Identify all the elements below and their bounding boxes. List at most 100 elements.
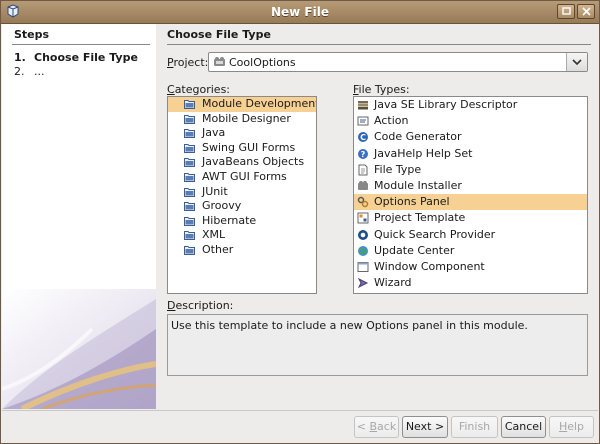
code-generator-icon: C: [358, 132, 368, 143]
project-dropdown-button[interactable]: [566, 53, 587, 71]
categories-label: Categories:: [167, 83, 230, 96]
search-icon: [358, 229, 368, 240]
next-button[interactable]: Next >: [402, 416, 448, 438]
category-item[interactable]: Swing GUI Forms: [168, 141, 316, 156]
help-button[interactable]: Help: [549, 416, 594, 438]
category-item[interactable]: Groovy: [168, 199, 316, 214]
file-type-item[interactable]: Module Installer: [354, 178, 587, 194]
step-number: 2.: [14, 65, 25, 78]
category-item[interactable]: Java: [168, 126, 316, 141]
file-type-item[interactable]: C Code Generator: [354, 129, 587, 145]
template-icon: [357, 212, 369, 224]
categories-label-mnemonic: C: [167, 83, 175, 96]
window-title: New File: [270, 5, 329, 19]
button-bar-divider: [2, 410, 598, 411]
file-type-item[interactable]: File Type: [354, 162, 587, 178]
category-item[interactable]: XML: [168, 228, 316, 243]
category-item[interactable]: JavaBeans Objects: [168, 155, 316, 170]
file-type-label: Project Template: [374, 211, 466, 225]
step-2: 2....: [14, 65, 45, 78]
category-label: Module Development: [202, 97, 317, 110]
back-button[interactable]: < Back: [354, 416, 399, 438]
category-item[interactable]: Mobile Designer: [168, 112, 316, 127]
folder-icon: [184, 114, 195, 124]
step-number: 1.: [14, 51, 26, 64]
category-item[interactable]: JUnit: [168, 185, 316, 200]
project-label: Project:: [167, 56, 208, 69]
svg-text:?: ?: [361, 150, 366, 159]
file-type-item[interactable]: Java SE Library Descriptor: [354, 97, 587, 113]
description-label: Description:: [167, 299, 233, 312]
maximize-icon: [562, 7, 571, 15]
category-label: XML: [202, 228, 226, 242]
options-icon: [357, 196, 369, 208]
file-type-item[interactable]: Wizard: [354, 275, 587, 291]
file-type-item[interactable]: Action: [354, 113, 587, 129]
file-icon: [358, 164, 368, 176]
steps-divider: [12, 44, 150, 45]
project-icon: [214, 57, 225, 66]
file-type-item[interactable]: Window Component: [354, 259, 587, 275]
file-type-item[interactable]: Project Template: [354, 210, 587, 226]
category-item[interactable]: Hibernate: [168, 214, 316, 229]
file-type-item[interactable]: Quick Search Provider: [354, 227, 587, 243]
help-icon: ?: [358, 148, 368, 159]
steps-heading: Steps: [14, 28, 50, 41]
file-type-label: Quick Search Provider: [374, 227, 496, 241]
folder-icon: [184, 216, 195, 226]
folder-icon: [184, 158, 195, 168]
maximize-button[interactable]: [557, 4, 575, 19]
folder-icon: [184, 129, 195, 139]
file-type-label: Options Panel: [374, 195, 450, 209]
cancel-button[interactable]: Cancel: [501, 416, 546, 438]
category-item[interactable]: Module Development: [168, 97, 316, 112]
new-file-dialog: New File Steps 1. Choose File Type 2....: [0, 0, 600, 444]
help-button-text: elp: [567, 420, 585, 433]
file-type-item[interactable]: ? JavaHelp Help Set: [354, 146, 587, 162]
category-label: JavaBeans Objects: [202, 155, 305, 169]
file-types-label-text: ile Types:: [358, 83, 410, 96]
svg-text:C: C: [360, 133, 366, 142]
category-item[interactable]: AWT GUI Forms: [168, 170, 316, 185]
title-bar[interactable]: New File: [1, 1, 599, 24]
description-textarea[interactable]: Use this template to include a new Optio…: [167, 314, 588, 376]
project-combobox[interactable]: CoolOptions: [208, 52, 588, 72]
categories-label-text: ategories:: [174, 83, 231, 96]
file-type-label: Wizard: [374, 276, 412, 290]
step-label: Choose File Type: [34, 51, 138, 64]
category-item[interactable]: Other: [168, 243, 316, 258]
chevron-down-icon: [572, 59, 582, 65]
category-label: JUnit: [202, 184, 228, 198]
folder-icon: [184, 143, 195, 153]
close-button[interactable]: [577, 4, 595, 19]
file-type-label: File Type: [374, 162, 422, 176]
file-types-label: File Types:: [353, 83, 410, 96]
category-label: Other: [202, 242, 234, 256]
wizard-icon: [357, 277, 369, 289]
categories-list[interactable]: Module Development Mobile Designer Java Swi…: [167, 96, 317, 294]
page-title: Choose File Type: [167, 28, 271, 41]
category-label: Hibernate: [202, 213, 257, 227]
file-type-item[interactable]: Update Center: [354, 243, 587, 259]
project-value: CoolOptions: [229, 56, 296, 69]
folder-icon: [184, 231, 195, 241]
decorative-swoosh-art: [2, 289, 156, 409]
puzzle-icon: [358, 180, 368, 190]
action-icon: [357, 116, 369, 126]
category-label: Mobile Designer: [202, 111, 291, 125]
file-type-label: Java SE Library Descriptor: [374, 98, 518, 111]
globe-icon: [358, 245, 368, 256]
file-types-list[interactable]: Java SE Library Descriptor Action C Code Ge…: [353, 96, 588, 294]
back-button-text: ack: [377, 420, 397, 433]
back-button-mnemonic: B: [369, 420, 378, 433]
back-button-prefix: <: [356, 420, 370, 433]
file-type-item[interactable]: Options Panel: [354, 194, 587, 211]
steps-pane: Steps 1. Choose File Type 2....: [2, 24, 156, 409]
project-label-text: roject:: [173, 56, 209, 69]
category-label: Swing GUI Forms: [202, 140, 296, 154]
description-label-text: escription:: [175, 299, 234, 312]
finish-button[interactable]: Finish: [451, 416, 498, 438]
help-button-mnemonic: H: [558, 420, 568, 433]
file-type-label: Code Generator: [374, 130, 462, 144]
step-1: 1. Choose File Type: [14, 51, 138, 64]
